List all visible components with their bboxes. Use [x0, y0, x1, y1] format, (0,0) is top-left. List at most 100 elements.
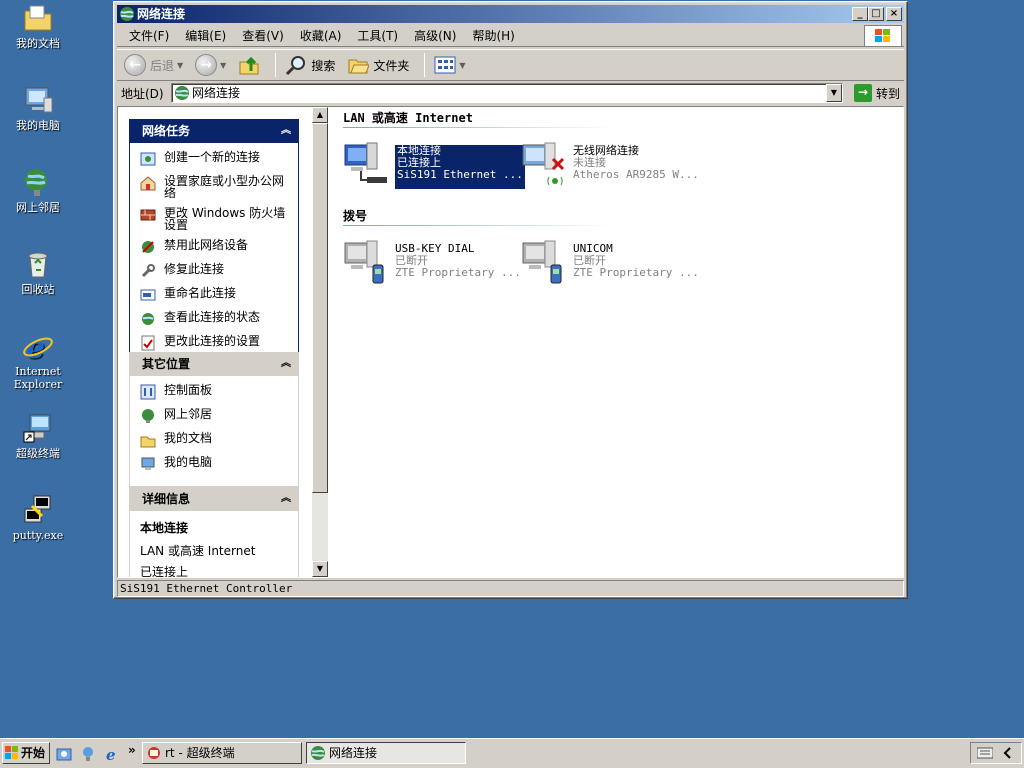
- connection-device: Atheros AR9285 W...: [573, 168, 699, 181]
- desktop-icon-label: 网上邻居: [16, 201, 60, 214]
- collapse-chevron-icon[interactable]: ︽: [281, 119, 291, 143]
- collapse-chevron-icon[interactable]: ︽: [281, 487, 291, 511]
- wireless-connection-icon: [521, 141, 569, 189]
- other-places-header[interactable]: 其它位置 ︽: [129, 352, 299, 376]
- keyboard-icon[interactable]: [977, 746, 993, 760]
- search-icon: [286, 56, 306, 76]
- up-folder-button[interactable]: [235, 51, 263, 79]
- menu-file[interactable]: 文件(F): [121, 27, 177, 44]
- network-connections-window: 网络连接 _ □ × 文件(F) 编辑(E) 查看(V) 收藏(A) 工具(T)…: [113, 1, 908, 599]
- dialup-connection-icon: [343, 239, 391, 287]
- other-places-panel: 其它位置 ︽ 控制面板 网上邻居 我的文档 我的电脑: [129, 352, 299, 487]
- tray-expand-icon[interactable]: [1001, 746, 1015, 760]
- task-setup-home-network[interactable]: 设置家庭或小型办公网络: [140, 175, 298, 199]
- details-name: 本地连接: [140, 521, 189, 535]
- search-button[interactable]: 搜索: [282, 51, 338, 79]
- wrench-icon: [141, 264, 155, 278]
- desktop-icon-my-computer[interactable]: 我的电脑: [0, 84, 76, 132]
- network-connections-icon: [311, 746, 325, 760]
- windows-flag-icon: [5, 746, 18, 759]
- menu-tools[interactable]: 工具(T): [349, 27, 406, 44]
- taskbar-button-hyperterminal[interactable]: rt - 超级终端: [142, 742, 302, 764]
- quick-launch-ie-icon[interactable]: e: [104, 746, 120, 762]
- task-create-connection[interactable]: 创建一个新的连接: [140, 151, 298, 167]
- details-type: LAN 或高速 Internet: [140, 544, 256, 558]
- connection-item-local[interactable]: 本地连接 已连接上 SiS191 Ethernet ...: [343, 141, 525, 189]
- connection-item-wireless[interactable]: 无线网络连接 未连接 Atheros AR9285 W...: [521, 141, 699, 189]
- connections-list: LAN 或高速 Internet 本地连接 已连接上 SiS191 Ethern…: [329, 107, 903, 577]
- menu-favorites[interactable]: 收藏(A): [292, 27, 350, 44]
- rename-icon: [140, 289, 156, 301]
- task-change-settings[interactable]: 更改此连接的设置: [140, 335, 298, 351]
- taskbar-button-network-connections[interactable]: 网络连接: [306, 742, 466, 764]
- place-network-places[interactable]: 网上邻居: [140, 408, 298, 424]
- system-tray: [970, 742, 1022, 764]
- task-pane: 网络任务 ︽ 创建一个新的连接 设置家庭或小型办公网络 更改 Windows 防…: [118, 107, 312, 577]
- address-input[interactable]: 网络连接 ▼: [171, 83, 843, 103]
- network-connections-icon: [174, 85, 190, 101]
- connection-item-usb-key-dial[interactable]: USB-KEY DIAL 已断开 ZTE Proprietary ...: [343, 239, 521, 287]
- details-header[interactable]: 详细信息 ︽: [129, 487, 299, 511]
- place-my-computer[interactable]: 我的电脑: [140, 456, 298, 472]
- connection-item-unicom[interactable]: UNICOM 已断开 ZTE Proprietary ...: [521, 239, 699, 287]
- quick-launch-more-icon[interactable]: »: [128, 743, 136, 757]
- scroll-down-button[interactable]: ▼: [312, 561, 328, 577]
- show-desktop-icon[interactable]: [56, 746, 72, 762]
- toolbar: ← 后退 ▼ → ▼ 搜索 文件夹 ▼: [117, 49, 904, 81]
- maximize-button[interactable]: □: [868, 7, 884, 21]
- desktop-icon-network-places[interactable]: 网上邻居: [0, 166, 76, 214]
- scroll-thumb[interactable]: [312, 123, 328, 493]
- folder-icon: [348, 59, 370, 74]
- folders-button[interactable]: 文件夹: [344, 51, 412, 79]
- computer-icon: [141, 457, 155, 470]
- minimize-button[interactable]: _: [852, 7, 868, 21]
- menu-view[interactable]: 查看(V): [234, 27, 292, 44]
- task-disable-device[interactable]: 禁用此网络设备: [140, 239, 298, 255]
- back-button[interactable]: ← 后退 ▼: [121, 51, 186, 79]
- task-repair-connection[interactable]: 修复此连接: [140, 263, 298, 279]
- start-button[interactable]: 开始: [2, 742, 50, 764]
- desktop-icon-label: 我的电脑: [16, 119, 60, 132]
- desktop-icon-label: Internet Explorer: [13, 365, 63, 391]
- place-my-documents[interactable]: 我的文档: [140, 432, 298, 448]
- disable-device-icon: [142, 241, 154, 253]
- close-button[interactable]: ×: [886, 7, 902, 21]
- go-button[interactable]: → 转到: [853, 83, 900, 103]
- address-label: 地址(D): [121, 86, 164, 101]
- status-icon: [142, 313, 154, 325]
- window-titlebar[interactable]: 网络连接 _ □ ×: [117, 5, 904, 23]
- network-tasks-panel: 网络任务 ︽ 创建一个新的连接 设置家庭或小型办公网络 更改 Windows 防…: [129, 119, 299, 366]
- task-firewall-settings[interactable]: 更改 Windows 防火墙设置: [140, 207, 298, 231]
- task-rename-connection[interactable]: 重命名此连接: [140, 287, 298, 303]
- recycle-bin-icon: [22, 248, 54, 280]
- desktop-icon-internet-explorer[interactable]: e Internet Explorer: [0, 330, 76, 391]
- task-pane-scrollbar[interactable]: ▲ ▼: [312, 107, 328, 577]
- firewall-icon: [140, 209, 156, 221]
- home-network-icon: [140, 176, 156, 191]
- address-dropdown-button[interactable]: ▼: [826, 84, 842, 102]
- desktop-icon-my-documents[interactable]: 我的文档: [0, 2, 76, 50]
- chevron-down-icon: ▼: [220, 60, 227, 70]
- group-header-dialup: 拨号: [343, 207, 613, 226]
- menu-help[interactable]: 帮助(H): [464, 27, 522, 44]
- network-tasks-header[interactable]: 网络任务 ︽: [129, 119, 299, 143]
- quick-launch-network-icon[interactable]: [80, 746, 96, 762]
- folder-icon: [22, 2, 54, 34]
- scroll-up-button[interactable]: ▲: [312, 107, 328, 123]
- views-button[interactable]: ▼: [431, 51, 468, 79]
- settings-icon: [141, 335, 155, 351]
- desktop-icon-recycle-bin[interactable]: 回收站: [0, 248, 76, 296]
- connection-device: ZTE Proprietary ...: [573, 266, 699, 279]
- desktop-icon-label: 超级终端: [16, 447, 60, 460]
- place-control-panel[interactable]: 控制面板: [140, 384, 298, 400]
- forward-button[interactable]: → ▼: [192, 51, 229, 79]
- menu-edit[interactable]: 编辑(E): [177, 27, 234, 44]
- desktop-icon-putty[interactable]: putty.exe: [0, 494, 76, 542]
- toolbar-separator: [275, 53, 277, 77]
- desktop-icon-hyperterminal[interactable]: 超级终端: [0, 412, 76, 460]
- windows-logo-icon: [864, 25, 902, 47]
- task-view-status[interactable]: 查看此连接的状态: [140, 311, 298, 327]
- collapse-chevron-icon[interactable]: ︽: [281, 352, 291, 376]
- menu-advanced[interactable]: 高级(N): [406, 27, 464, 44]
- toolbar-separator: [424, 53, 426, 77]
